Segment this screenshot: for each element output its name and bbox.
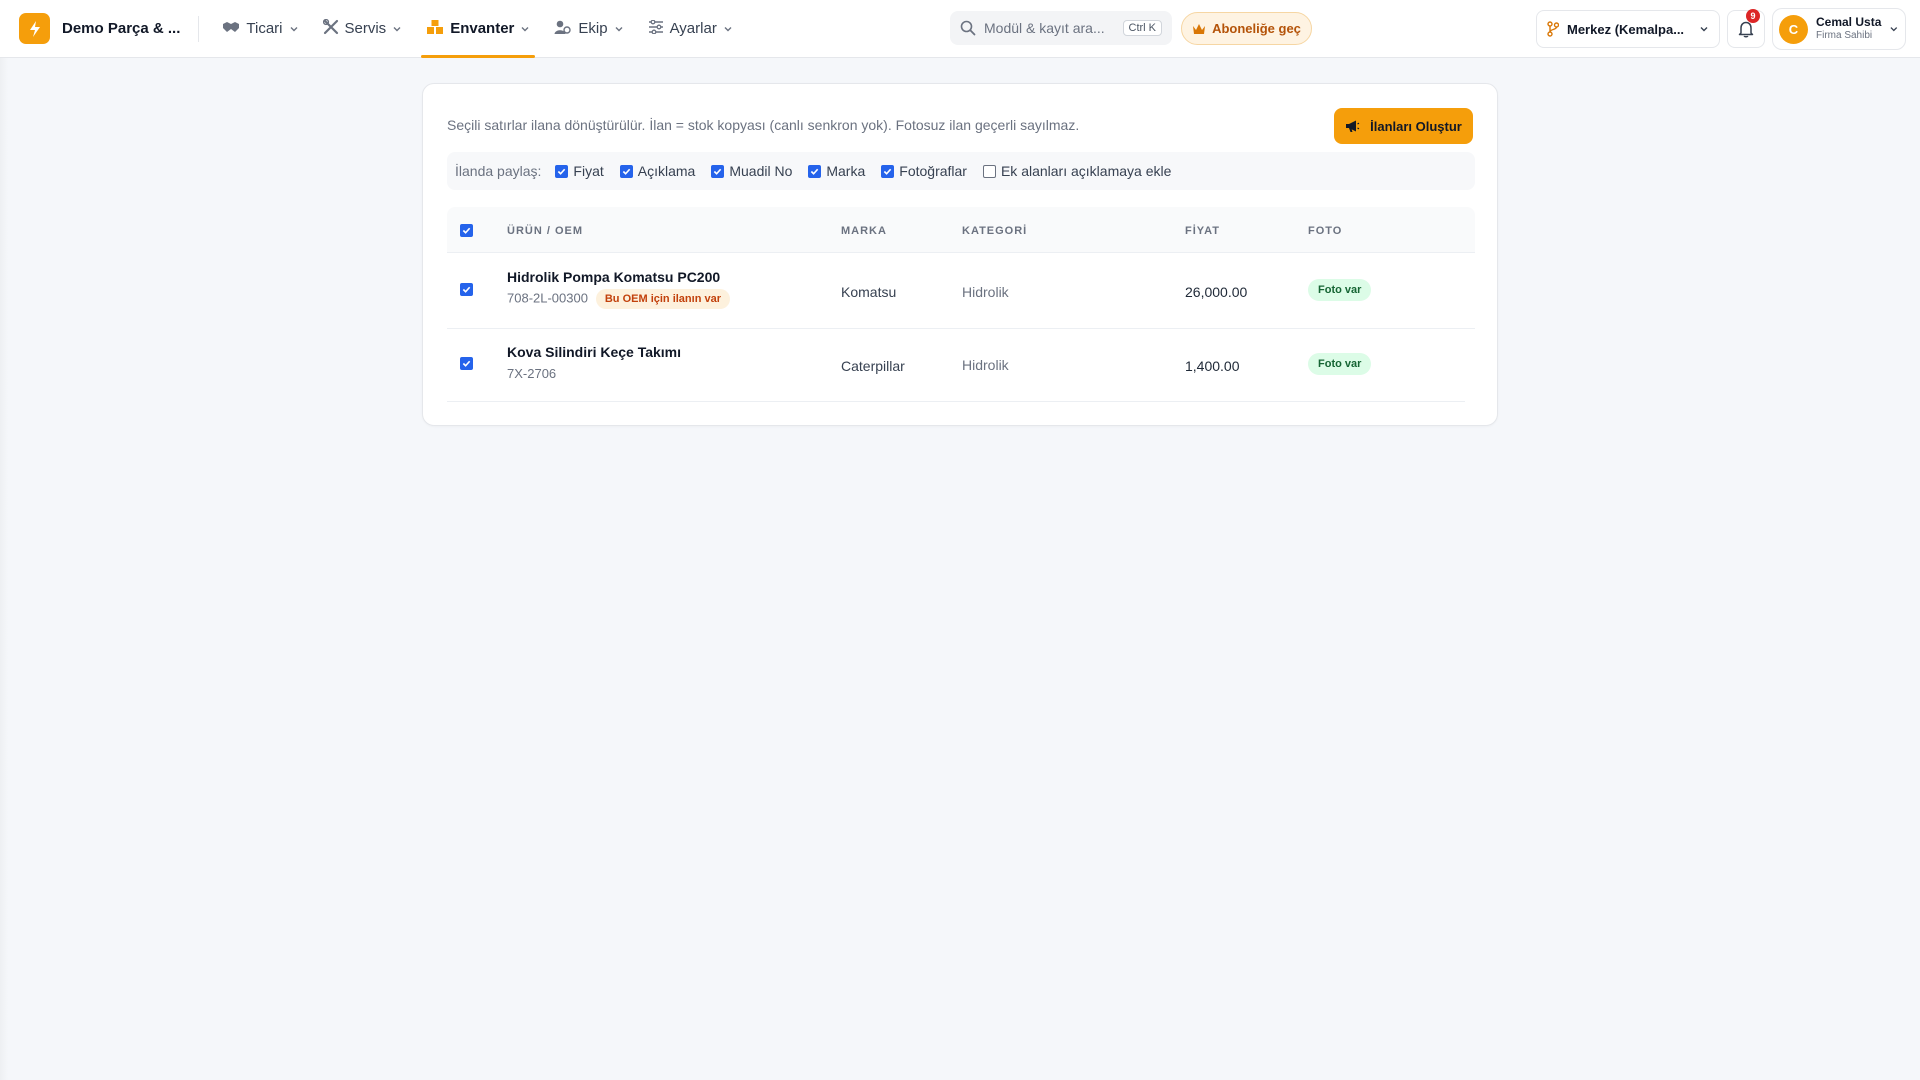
checkbox-checked-icon[interactable] (555, 164, 569, 178)
crown-icon (1193, 23, 1206, 34)
search-placeholder: Modül & kayıt ara... (984, 20, 1105, 36)
user-name: Cemal Usta (1816, 15, 1882, 30)
nav-item-servis[interactable]: Servis (318, 0, 408, 58)
product-brand: Komatsu (841, 284, 897, 300)
share-option-label: Marka (826, 163, 866, 179)
megaphone-icon (1346, 120, 1360, 132)
nav-label: Ekip (578, 20, 608, 37)
table-row[interactable]: Kova Silindiri Keçe Takımı 7X-2706 Cater… (447, 329, 1465, 402)
nav-item-envanter[interactable]: Envanter (421, 0, 536, 58)
row-checkbox[interactable] (460, 283, 473, 296)
tools-icon (322, 18, 339, 39)
subscribe-button[interactable]: Aboneliğe geç (1181, 12, 1312, 45)
nav-item-ticari[interactable]: Ticari (217, 0, 303, 58)
nav-label: Envanter (450, 20, 515, 37)
share-option-ek-alanlar[interactable]: Ek alanları açıklamaya ekle (982, 163, 1172, 179)
product-name: Hidrolik Pompa Komatsu PC200 (507, 269, 721, 285)
column-header-category: KATEGORİ (962, 225, 1028, 237)
product-oem: 7X-2706 (507, 366, 557, 381)
product-price: 26,000.00 (1185, 284, 1248, 300)
checkbox-checked-icon[interactable] (881, 164, 895, 178)
row-checkbox[interactable] (460, 357, 473, 370)
column-header-brand: MARKA (841, 225, 887, 237)
handshake-icon (222, 20, 240, 38)
nav-label: Servis (344, 20, 387, 37)
share-option-marka[interactable]: Marka (808, 163, 865, 179)
product-category: Hidrolik (962, 357, 1009, 373)
share-option-aciklama[interactable]: Açıklama (619, 163, 696, 179)
brand[interactable]: Demo Parça & ... (19, 13, 180, 44)
nav-item-ekip[interactable]: Ekip (549, 0, 628, 58)
product-price: 1,400.00 (1185, 358, 1240, 374)
git-branch-icon (1547, 21, 1559, 37)
column-header-photo: FOTO (1308, 225, 1343, 237)
share-option-fiyat[interactable]: Fiyat (555, 163, 604, 179)
sliders-icon (648, 19, 664, 38)
branch-selector[interactable]: Merkez (Kemalpa... (1536, 10, 1720, 48)
search-input[interactable]: Modül & kayıt ara... Ctrl K (950, 11, 1172, 45)
select-all-checkbox[interactable] (460, 224, 473, 237)
share-option-label: Fotoğraflar (899, 163, 967, 179)
photo-status-badge: Foto var (1308, 353, 1372, 375)
photo-status-badge: Foto var (1308, 279, 1372, 301)
notifications-button[interactable]: 9 (1727, 9, 1765, 48)
page-edge-shadow (0, 58, 8, 1080)
chevron-down-icon (724, 26, 732, 31)
nav-item-ayarlar[interactable]: Ayarlar (643, 0, 738, 58)
search-icon (960, 20, 976, 36)
share-label: İlanda paylaş: (455, 163, 542, 179)
product-name: Kova Silindiri Keçe Takımı (507, 344, 682, 360)
nav-label: Ayarlar (669, 20, 717, 37)
chevron-down-icon (1890, 27, 1898, 32)
nav-label: Ticari (246, 20, 283, 37)
product-brand: Caterpillar (841, 358, 905, 374)
search-shortcut: Ctrl K (1122, 20, 1162, 36)
share-option-label: Ek alanları açıklamaya ekle (1000, 163, 1172, 179)
column-header-product: ÜRÜN / OEM (507, 225, 583, 237)
oem-listing-badge: Bu OEM için ilanın var (595, 289, 730, 309)
users-icon (554, 19, 572, 39)
user-menu[interactable]: C Cemal Usta Firma Sahibi (1772, 8, 1906, 50)
chevron-down-icon (521, 26, 529, 31)
subscribe-label: Aboneliğe geç (1212, 21, 1301, 36)
chevron-down-icon (1700, 27, 1708, 32)
create-listings-button[interactable]: İlanları Oluştur (1334, 108, 1473, 144)
avatar: C (1779, 14, 1808, 44)
column-header-price: FİYAT (1185, 225, 1220, 237)
notification-count-badge: 9 (1746, 9, 1760, 23)
share-option-label: Muadil No (729, 163, 793, 179)
share-option-label: Fiyat (573, 163, 604, 179)
chevron-down-icon (615, 26, 623, 31)
share-option-label: Açıklama (637, 163, 696, 179)
checkbox-checked-icon[interactable] (711, 164, 725, 178)
listing-create-card: Seçili satırlar ilana dönüştürülür. İlan… (422, 83, 1498, 426)
product-oem: 708-2L-00300 (507, 290, 588, 306)
checkbox-checked-icon[interactable] (808, 164, 822, 178)
branch-label: Merkez (Kemalpa... (1567, 21, 1685, 37)
create-listings-label: İlanları Oluştur (1370, 118, 1462, 134)
share-options-bar: İlanda paylaş: Fiyat Açıklama Muadil No … (447, 152, 1475, 190)
chevron-down-icon (290, 26, 297, 31)
user-role: Firma Sahibi (1816, 30, 1873, 42)
table-row[interactable]: Hidrolik Pompa Komatsu PC200 708-2L-0030… (447, 254, 1475, 329)
boxes-icon (426, 19, 444, 39)
table-header: ÜRÜN / OEM MARKA KATEGORİ FİYAT FOTO (447, 207, 1475, 253)
chevron-down-icon (393, 26, 401, 31)
product-category: Hidrolik (962, 284, 1009, 300)
share-option-fotograflar[interactable]: Fotoğraflar (881, 163, 967, 179)
brand-name: Demo Parça & ... (62, 20, 181, 37)
checkbox-unchecked-icon[interactable] (982, 164, 996, 178)
intro-text: Seçili satırlar ilana dönüştürülür. İlan… (447, 117, 1080, 133)
top-navbar: Demo Parça & ... Ticari Servis Envanter (0, 0, 1920, 58)
lightning-icon (19, 13, 50, 44)
main-nav: Ticari Servis Envanter Ekip Ayarlar (217, 0, 751, 58)
nav-divider (198, 15, 200, 42)
checkbox-checked-icon[interactable] (619, 164, 633, 178)
share-option-muadil-no[interactable]: Muadil No (711, 163, 792, 179)
